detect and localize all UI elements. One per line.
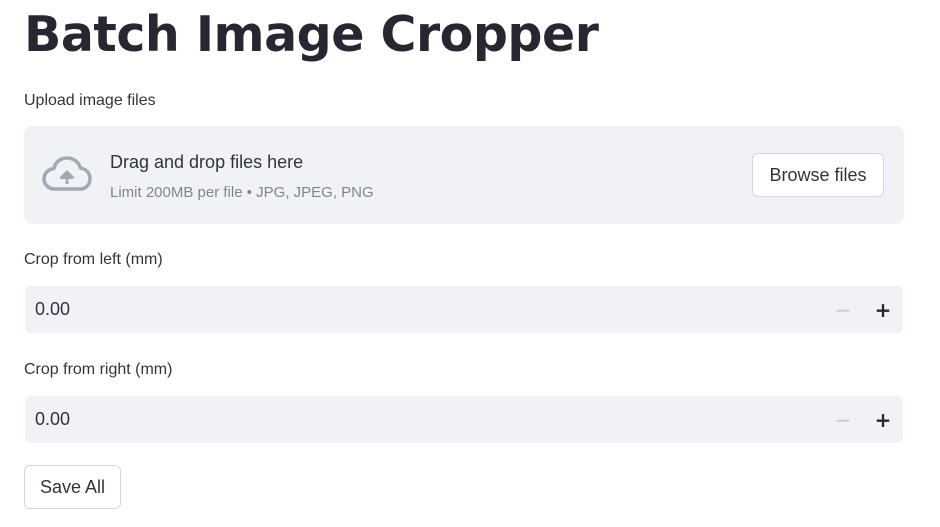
crop-right-label: Crop from right (mm) xyxy=(24,361,173,378)
save-all-button[interactable]: Save All xyxy=(24,465,121,509)
crop-left-increment-button[interactable]: + xyxy=(863,286,903,333)
crop-right-increment-button[interactable]: + xyxy=(863,396,903,443)
cloud-upload-icon xyxy=(42,156,92,192)
crop-left-label: Crop from left (mm) xyxy=(24,251,163,268)
crop-right-field[interactable] xyxy=(25,396,805,443)
dropzone-title: Drag and drop files here xyxy=(110,152,304,172)
page-title: Batch Image Cropper xyxy=(24,6,599,63)
uploader-label: Upload image files xyxy=(24,92,156,109)
crop-left-number-input: − + xyxy=(25,286,903,333)
crop-left-decrement-button[interactable]: − xyxy=(823,286,863,333)
crop-right-decrement-button[interactable]: − xyxy=(823,396,863,443)
file-dropzone[interactable]: Drag and drop files here Limit 200MB per… xyxy=(24,126,904,224)
crop-left-field[interactable] xyxy=(25,286,805,333)
crop-right-number-input: − + xyxy=(25,396,903,443)
dropzone-hint: Limit 200MB per file • JPG, JPEG, PNG xyxy=(110,184,374,201)
browse-files-button[interactable]: Browse files xyxy=(752,153,884,197)
